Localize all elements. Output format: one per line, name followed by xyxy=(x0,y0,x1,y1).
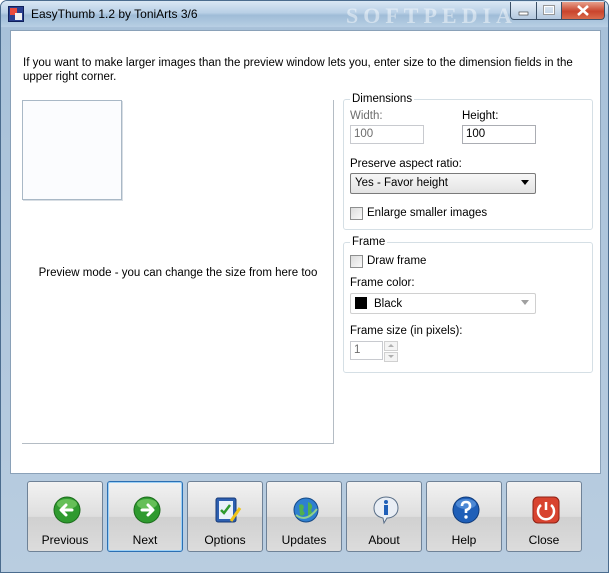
globe-icon xyxy=(293,497,319,523)
frame-size-label: Frame size (in pixels): xyxy=(350,325,463,337)
preview-thumbnail[interactable] xyxy=(22,100,122,200)
close-icon xyxy=(577,5,589,16)
frame-group-title: Frame xyxy=(350,236,388,248)
window-title: EasyThumb 1.2 by ToniArts 3/6 xyxy=(31,7,198,21)
preview-caption: Preview mode - you can change the size f… xyxy=(38,267,318,279)
toolbar: Previous Next Options Updates About Help… xyxy=(10,477,599,564)
about-label: About xyxy=(368,533,400,547)
close-button[interactable]: Close xyxy=(506,481,582,552)
next-label: Next xyxy=(132,533,158,547)
help-button[interactable]: Help xyxy=(426,481,502,552)
minimize-button[interactable] xyxy=(510,2,537,20)
height-field[interactable]: 100 xyxy=(462,125,536,144)
close-window-button[interactable] xyxy=(561,2,605,20)
help-icon xyxy=(452,496,480,524)
watermark: SOFTPEDIA xyxy=(346,3,517,28)
previous-label: Previous xyxy=(41,533,89,547)
spin-down-icon[interactable] xyxy=(384,352,398,362)
frame-group: Frame Draw frame Frame color: Black Fram… xyxy=(343,236,593,373)
spin-up-icon[interactable] xyxy=(384,341,398,351)
color-swatch xyxy=(355,297,367,309)
draw-frame-label[interactable]: Draw frame xyxy=(367,255,426,267)
updates-button[interactable]: Updates xyxy=(266,481,342,552)
about-button[interactable]: About xyxy=(346,481,422,552)
options-icon xyxy=(215,497,242,523)
options-button[interactable]: Options xyxy=(187,481,263,552)
info-icon xyxy=(373,496,399,525)
width-field[interactable]: 100 xyxy=(350,125,424,144)
dimensions-group-title: Dimensions xyxy=(350,93,415,105)
options-label: Options xyxy=(204,533,246,547)
frame-color-label: Frame color: xyxy=(350,277,415,289)
aspect-ratio-label: Preserve aspect ratio: xyxy=(350,158,462,170)
chevron-down-icon xyxy=(521,300,529,305)
close-label: Close xyxy=(528,533,560,547)
minimize-icon xyxy=(518,11,529,16)
aspect-ratio-select[interactable]: Yes - Favor height xyxy=(350,173,536,194)
maximize-button[interactable] xyxy=(536,2,562,20)
updates-label: Updates xyxy=(281,533,327,547)
enlarge-checkbox[interactable] xyxy=(350,207,363,220)
draw-frame-checkbox[interactable] xyxy=(350,255,363,268)
previous-button[interactable]: Previous xyxy=(27,481,103,552)
app-icon[interactable] xyxy=(8,6,24,22)
power-icon xyxy=(532,496,560,524)
intro-text: If you want to make larger images than t… xyxy=(23,57,573,83)
height-label: Height: xyxy=(462,110,499,122)
main-panel: If you want to make larger images than t… xyxy=(10,30,601,474)
next-button[interactable]: Next xyxy=(107,481,183,552)
app-window: EasyThumb 1.2 by ToniArts 3/6 SOFTPEDIA … xyxy=(0,0,609,573)
chevron-down-icon xyxy=(521,180,529,185)
frame-size-field[interactable]: 1 xyxy=(350,341,383,360)
help-label: Help xyxy=(451,533,477,547)
title-bar[interactable]: EasyThumb 1.2 by ToniArts 3/6 SOFTPEDIA xyxy=(1,1,608,28)
frame-color-select[interactable]: Black xyxy=(350,293,536,314)
left-arrow-icon xyxy=(53,496,81,524)
frame-size-stepper[interactable] xyxy=(384,341,398,362)
frame-color-value: Black xyxy=(374,298,403,310)
right-arrow-icon xyxy=(133,496,161,524)
maximize-icon xyxy=(543,5,555,15)
aspect-ratio-value: Yes - Favor height xyxy=(355,177,448,189)
width-label: Width: xyxy=(350,110,383,122)
enlarge-label[interactable]: Enlarge smaller images xyxy=(367,207,487,219)
dimensions-group: Dimensions Width: 100 Height: 100 Preser… xyxy=(343,93,593,230)
